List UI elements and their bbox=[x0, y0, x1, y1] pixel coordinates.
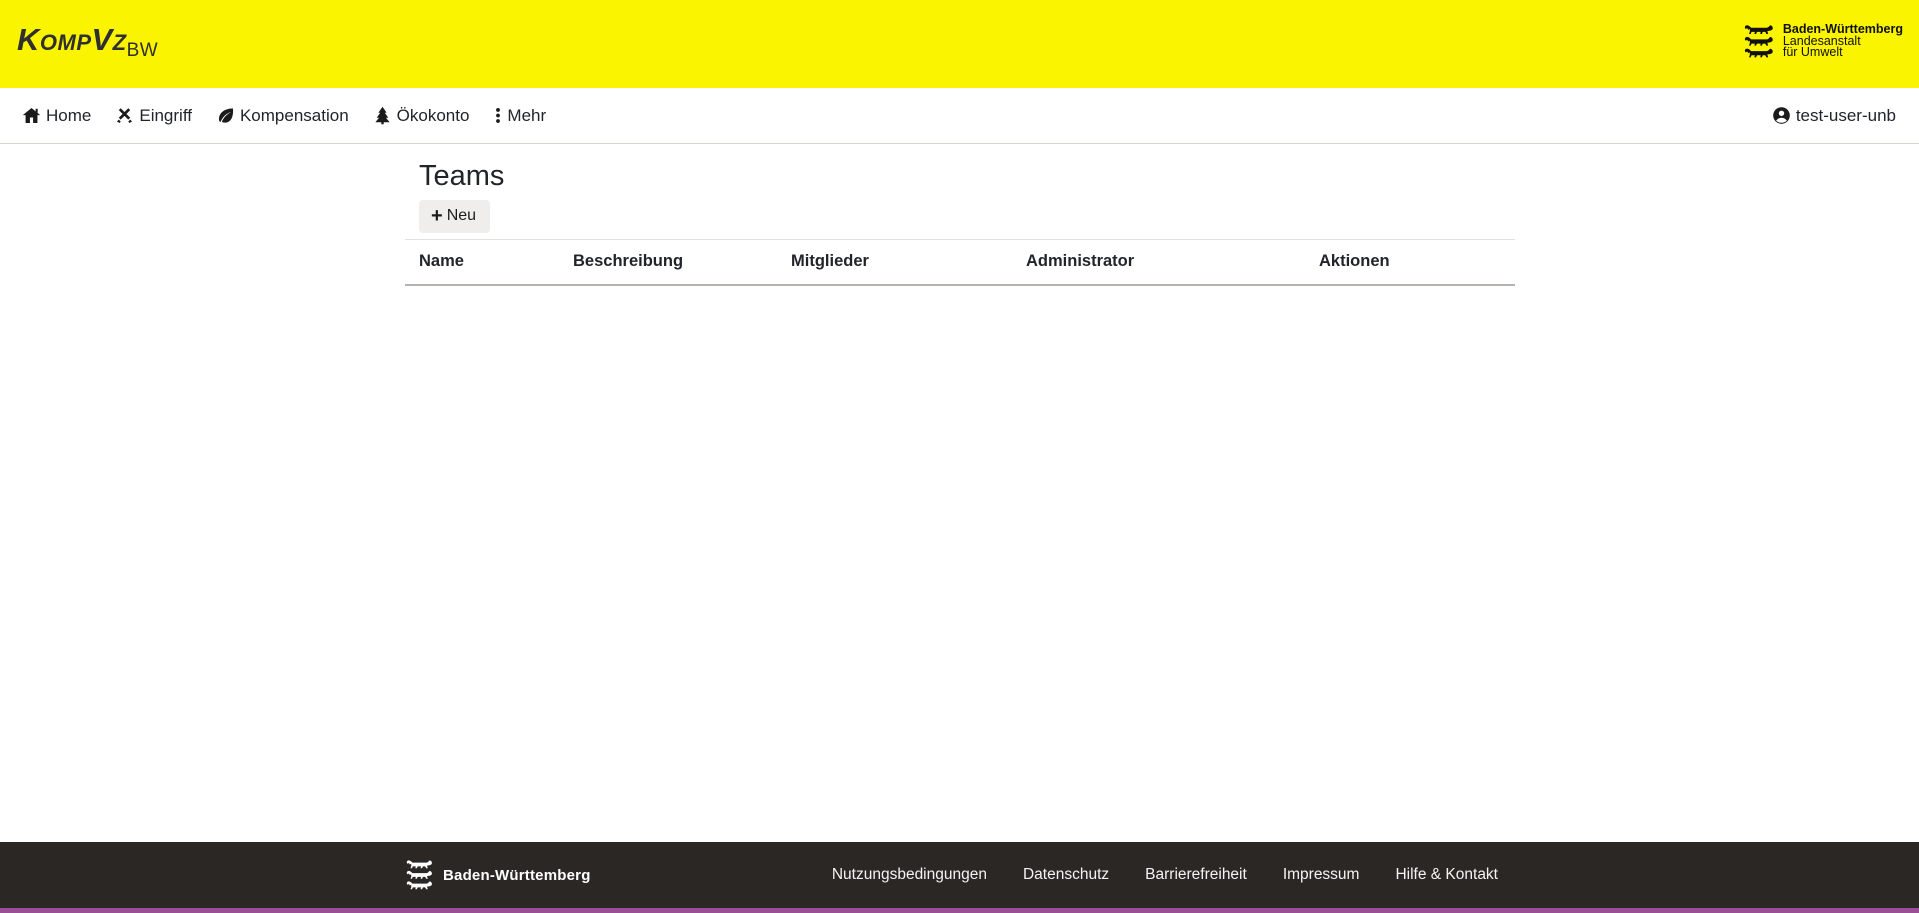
nav-item-eingriff[interactable]: Eingriff bbox=[115, 106, 192, 126]
bw-coat-of-arms-icon bbox=[406, 856, 433, 894]
kebab-menu-icon bbox=[493, 106, 503, 125]
user-circle-icon bbox=[1772, 106, 1791, 125]
user-name: test-user-unb bbox=[1796, 106, 1896, 126]
app-logo-suffix: BW bbox=[127, 40, 159, 61]
footer-brand-name: Baden-Württemberg bbox=[443, 867, 591, 884]
nav-item-home[interactable]: Home bbox=[22, 106, 91, 126]
new-team-button[interactable]: + Neu bbox=[419, 200, 490, 233]
app-logo-main: KompVz bbox=[17, 22, 127, 57]
table-header-row: Name Beschreibung Mitglieder Administrat… bbox=[405, 240, 1515, 286]
page-title: Teams bbox=[419, 161, 1515, 191]
nav-item-label: Eingriff bbox=[139, 106, 192, 126]
column-header-mitglieder: Mitglieder bbox=[777, 240, 1012, 286]
footer-link-impressum[interactable]: Impressum bbox=[1283, 866, 1360, 884]
nav-item-label: Kompensation bbox=[240, 106, 349, 126]
plus-icon: + bbox=[431, 208, 443, 224]
nav-item-mehr[interactable]: Mehr bbox=[493, 106, 546, 126]
user-menu[interactable]: test-user-unb bbox=[1772, 106, 1896, 126]
bw-coat-of-arms-icon bbox=[1744, 21, 1774, 62]
nav-item-label: Mehr bbox=[507, 106, 546, 126]
column-header-name: Name bbox=[405, 240, 559, 286]
footer-link-barrierefreiheit[interactable]: Barrierefreiheit bbox=[1145, 866, 1247, 884]
teams-table: Name Beschreibung Mitglieder Administrat… bbox=[405, 239, 1515, 286]
nav-item-oekokonto[interactable]: Ökokonto bbox=[373, 106, 470, 126]
footer-links: Nutzungsbedingungen Datenschutz Barriere… bbox=[832, 866, 1498, 884]
nav-item-label: Home bbox=[46, 106, 91, 126]
column-header-aktionen: Aktionen bbox=[1305, 240, 1515, 286]
leaf-icon bbox=[216, 106, 235, 125]
main-navbar: Home Eingriff Kompensation Ökokonto Mehr bbox=[0, 88, 1919, 144]
new-team-button-label: Neu bbox=[447, 207, 476, 225]
footer-link-datenschutz[interactable]: Datenschutz bbox=[1023, 866, 1109, 884]
nav-item-label: Ökokonto bbox=[397, 106, 470, 126]
footer-link-hilfe-kontakt[interactable]: Hilfe & Kontakt bbox=[1395, 866, 1498, 884]
main-content: Teams + Neu Name Beschreibung Mitglieder… bbox=[405, 144, 1515, 842]
column-header-administrator: Administrator bbox=[1012, 240, 1305, 286]
app-logo[interactable]: KompVzBW bbox=[17, 22, 158, 62]
pencil-ruler-icon bbox=[115, 106, 134, 125]
page-footer: Baden-Württemberg Nutzungsbedingungen Da… bbox=[0, 842, 1919, 913]
agency-logo: Baden-Württemberg Landesanstalt für Umwe… bbox=[1744, 21, 1903, 62]
home-icon bbox=[22, 106, 41, 125]
agency-sub2: für Umwelt bbox=[1783, 47, 1903, 59]
nav-item-kompensation[interactable]: Kompensation bbox=[216, 106, 349, 126]
footer-brand: Baden-Württemberg bbox=[406, 856, 591, 894]
column-header-beschreibung: Beschreibung bbox=[559, 240, 777, 286]
footer-link-nutzungsbedingungen[interactable]: Nutzungsbedingungen bbox=[832, 866, 987, 884]
app-header: KompVzBW Baden-Württemberg Landesanstalt… bbox=[0, 0, 1919, 88]
tree-icon bbox=[373, 106, 392, 125]
